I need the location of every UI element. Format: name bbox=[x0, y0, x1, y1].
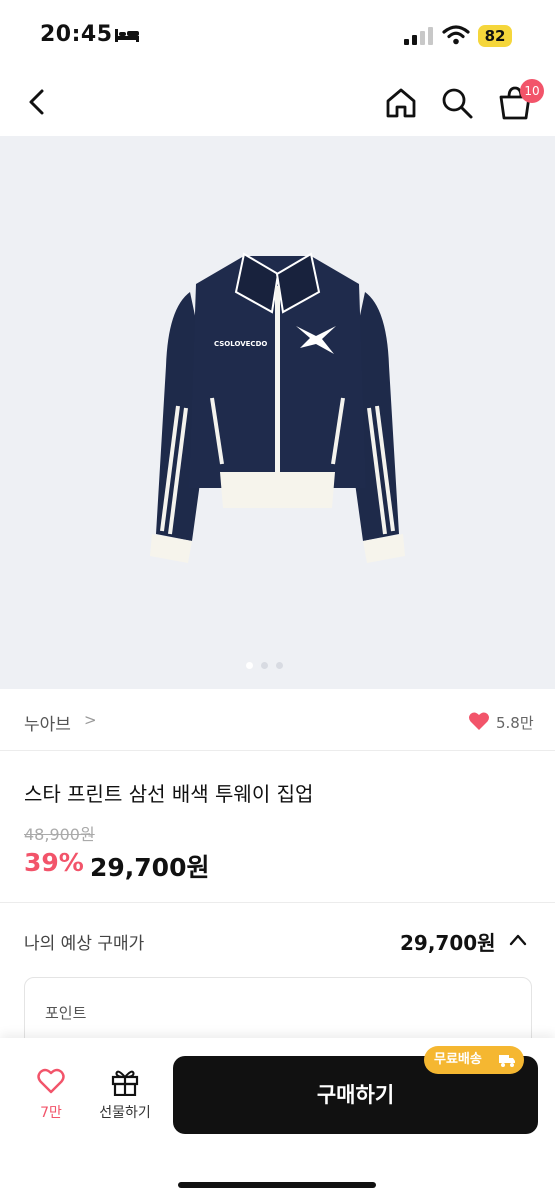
jacket-print-text: CSOLOVECDO bbox=[214, 340, 267, 348]
brand-row[interactable]: 누아브 > 5.8만 bbox=[0, 689, 555, 751]
search-icon[interactable] bbox=[438, 84, 476, 122]
gift-label: 선물하기 bbox=[99, 1105, 151, 1121]
section-divider bbox=[0, 902, 555, 903]
back-icon[interactable] bbox=[18, 82, 58, 122]
free-shipping-label: 무료배송 bbox=[434, 1052, 482, 1067]
sale-price: 29,700원 bbox=[90, 853, 210, 882]
point-label: 포인트 bbox=[45, 1004, 87, 1022]
image-pager bbox=[246, 654, 291, 673]
brand-name[interactable]: 누아브 bbox=[24, 710, 71, 735]
app-header: 10 bbox=[0, 72, 555, 134]
wish-button[interactable]: 7만 bbox=[22, 1068, 80, 1132]
truck-icon bbox=[499, 1055, 515, 1067]
pager-dot bbox=[261, 662, 268, 669]
product-title: 스타 프린트 삼선 배색 투웨이 집업 bbox=[24, 782, 314, 806]
heart-icon bbox=[37, 1068, 65, 1094]
wifi-icon bbox=[442, 25, 470, 45]
original-price: 48,900원 bbox=[24, 825, 95, 844]
pager-dot bbox=[276, 662, 283, 669]
gift-button[interactable]: 선물하기 bbox=[92, 1068, 158, 1132]
signal-icon bbox=[404, 27, 433, 45]
bottom-action-bar: 7만 선물하기 구매하기 무료배송 bbox=[0, 1038, 555, 1200]
expected-price-value: 29,700원 bbox=[400, 931, 496, 955]
expected-price-label: 나의 예상 구매가 bbox=[24, 934, 145, 954]
status-time: 20:45 bbox=[40, 22, 113, 47]
wish-count: 7만 bbox=[40, 1105, 62, 1121]
status-bar: 20:45 82 bbox=[0, 0, 555, 72]
battery-indicator: 82 bbox=[478, 25, 512, 47]
product-image[interactable]: CSOLOVECDO bbox=[0, 136, 555, 689]
bed-icon bbox=[115, 29, 139, 42]
free-shipping-badge: 무료배송 bbox=[424, 1046, 524, 1074]
cart-count-badge: 10 bbox=[520, 79, 544, 103]
home-indicator bbox=[178, 1182, 376, 1188]
like-count: 5.8만 bbox=[496, 714, 534, 732]
discount-rate: 39% bbox=[24, 848, 84, 877]
chevron-up-icon[interactable] bbox=[508, 930, 528, 950]
gift-icon bbox=[111, 1070, 139, 1097]
home-icon[interactable] bbox=[382, 84, 420, 122]
pager-dot bbox=[246, 662, 253, 669]
brand-chevron-icon: > bbox=[84, 711, 97, 729]
heart-icon[interactable] bbox=[468, 711, 490, 731]
jacket-illustration: CSOLOVECDO bbox=[150, 252, 405, 563]
